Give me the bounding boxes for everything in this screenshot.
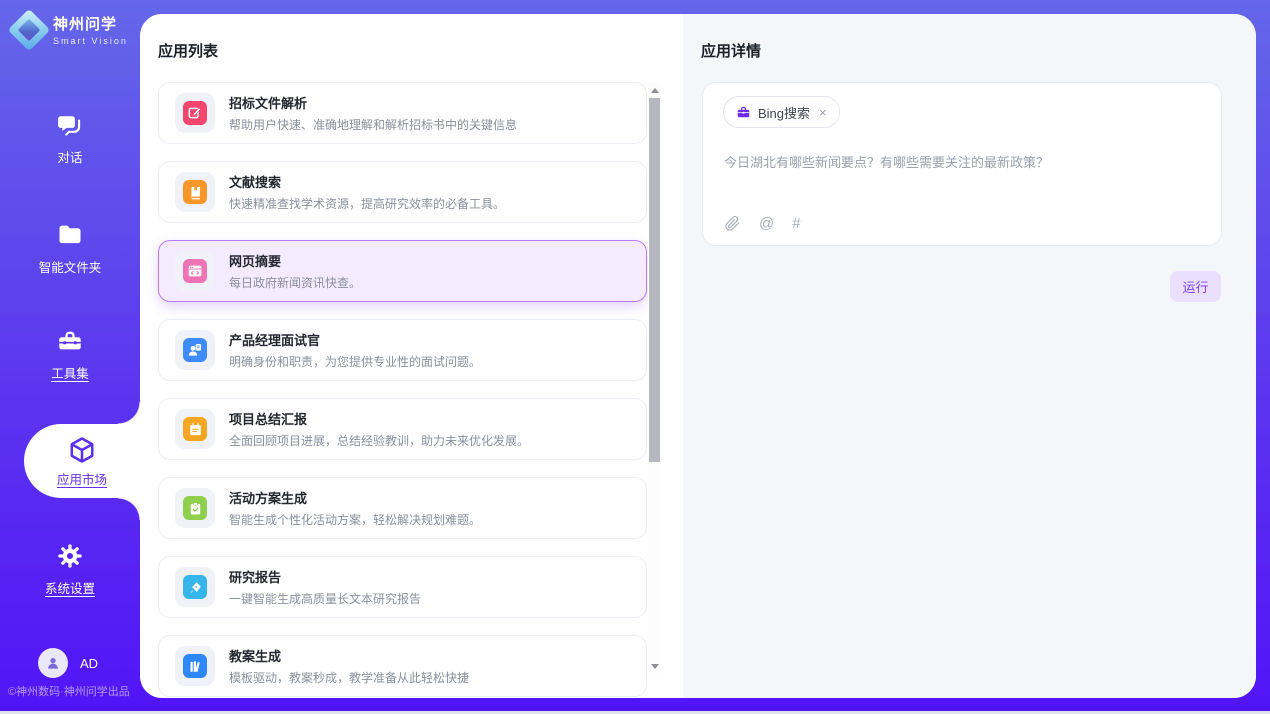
chip-close-icon[interactable]: × (819, 105, 827, 120)
sidebar-item-smart-folder[interactable]: 智能文件夹 (0, 220, 140, 276)
mention-icon[interactable]: @ (759, 215, 774, 232)
app-card-research-report[interactable]: 研究报告 一键智能生成高质量长文本研究报告 (158, 556, 647, 618)
person-icon (45, 655, 61, 671)
app-icon-tile (175, 646, 215, 686)
app-card-bid-document-parse[interactable]: 招标文件解析 帮助用户快速、准确地理解和解析招标书中的关键信息 (158, 82, 647, 144)
app-logo: 神州问学 Smart Vision (14, 13, 128, 46)
app-card-text: 文献搜索 快速精准查找学术资源，提高研究效率的必备工具。 (229, 172, 505, 212)
app-name: 活动方案生成 (229, 488, 481, 507)
app-name: 文献搜索 (229, 172, 505, 191)
sidebar-item-label: 应用市场 (57, 469, 107, 488)
app-card-text: 招标文件解析 帮助用户快速、准确地理解和解析招标书中的关键信息 (229, 93, 517, 133)
pen-nib-icon (183, 575, 207, 599)
app-description: 快速精准查找学术资源，提高研究效率的必备工具。 (229, 195, 505, 212)
folder-icon (56, 220, 84, 250)
scrollbar-thumb[interactable] (649, 98, 660, 462)
app-list-scrollbar (648, 82, 661, 674)
brand-subtitle: Smart Vision (53, 36, 128, 46)
run-button[interactable]: 运行 (1170, 271, 1221, 302)
app-card-project-summary[interactable]: 项目总结汇报 全面回顾项目进展，总结经验教训，助力未来优化发展。 (158, 398, 647, 460)
app-card-text: 项目总结汇报 全面回顾项目进展，总结经验教训，助力未来优化发展。 (229, 409, 529, 449)
main-content: 应用列表 招标文件解析 帮助用户快速、准确地理解和解析招标书中的关键信息 文献搜… (140, 14, 1256, 698)
copyright-footer: ©神州数码·神州问学出品 (8, 683, 140, 699)
gear-icon (56, 541, 84, 571)
app-description: 帮助用户快速、准确地理解和解析招标书中的关键信息 (229, 116, 517, 133)
sidebar-item-settings[interactable]: 系统设置 (0, 541, 140, 597)
app-card-text: 网页摘要 每日政府新闻资讯快查。 (229, 251, 361, 291)
document-edit-icon (183, 101, 207, 125)
cube-icon (67, 435, 97, 465)
sidebar-item-label: 对话 (57, 147, 82, 166)
app-description: 智能生成个性化活动方案，轻松解决规划难题。 (229, 511, 481, 528)
report-calendar-icon (183, 417, 207, 441)
app-card-text: 活动方案生成 智能生成个性化活动方案，轻松解决规划难题。 (229, 488, 481, 528)
app-card-pm-interviewer[interactable]: 产品经理面试官 明确身份和职责，为您提供专业性的面试问题。 (158, 319, 647, 381)
user-name: AD (80, 656, 98, 671)
books-icon (183, 654, 207, 678)
browser-icon (183, 259, 207, 283)
app-card-literature-search[interactable]: 文献搜索 快速精准查找学术资源，提高研究效率的必备工具。 (158, 161, 647, 223)
app-card-text: 教案生成 模板驱动，教案秒成，教学准备从此轻松快捷 (229, 646, 469, 686)
app-description: 模板驱动，教案秒成，教学准备从此轻松快捷 (229, 669, 469, 686)
sidebar-item-label: 工具集 (51, 363, 89, 382)
app-list-panel: 应用列表 招标文件解析 帮助用户快速、准确地理解和解析招标书中的关键信息 文献搜… (140, 14, 683, 698)
app-icon-tile (175, 567, 215, 607)
toolbox-icon (56, 326, 84, 356)
app-description: 一键智能生成高质量长文本研究报告 (229, 590, 421, 607)
app-icon-tile (175, 488, 215, 528)
app-icon-tile (175, 251, 215, 291)
user-account[interactable]: AD (38, 648, 98, 678)
interviewer-icon (183, 338, 207, 362)
tool-chip-bing-search[interactable]: Bing搜索 × (723, 96, 840, 128)
app-description: 全面回顾项目进展，总结经验教训，助力未来优化发展。 (229, 432, 529, 449)
app-card-web-summary[interactable]: 网页摘要 每日政府新闻资讯快查。 (158, 240, 647, 302)
sidebar-item-toolset[interactable]: 工具集 (0, 326, 140, 382)
composer-toolbar: @ # (724, 215, 801, 232)
app-name: 产品经理面试官 (229, 330, 481, 349)
chat-icon (56, 110, 84, 140)
app-detail-panel: 应用详情 Bing搜索 × 今日湖北有哪些新闻要点？有哪些需要关注的最新政策？ … (683, 14, 1256, 698)
scroll-up-arrow-icon[interactable] (648, 84, 661, 96)
app-list: 招标文件解析 帮助用户快速、准确地理解和解析招标书中的关键信息 文献搜索 快速精… (158, 82, 647, 697)
app-name: 招标文件解析 (229, 93, 517, 112)
hash-icon[interactable]: # (792, 215, 800, 232)
tool-chip-label: Bing搜索 (758, 103, 810, 122)
app-name: 研究报告 (229, 567, 421, 586)
app-description: 每日政府新闻资讯快查。 (229, 274, 361, 291)
sidebar: 神州问学 Smart Vision 对话 智能文件夹 工具集 应用市场 系统设置 (0, 0, 140, 714)
avatar (38, 648, 68, 678)
scroll-down-arrow-icon[interactable] (648, 660, 661, 672)
app-description: 明确身份和职责，为您提供专业性的面试问题。 (229, 353, 481, 370)
logo-diamond-icon (8, 8, 50, 50)
sidebar-item-label: 智能文件夹 (39, 257, 102, 276)
app-card-text: 产品经理面试官 明确身份和职责，为您提供专业性的面试问题。 (229, 330, 481, 370)
book-icon (183, 180, 207, 204)
app-name: 项目总结汇报 (229, 409, 529, 428)
attachment-icon[interactable] (724, 215, 741, 232)
clipboard-check-icon (183, 496, 207, 520)
app-icon-tile (175, 409, 215, 449)
app-icon-tile (175, 172, 215, 212)
sidebar-item-label: 系统设置 (45, 578, 95, 597)
briefcase-icon (736, 105, 751, 120)
app-name: 教案生成 (229, 646, 469, 665)
prompt-input[interactable]: 今日湖北有哪些新闻要点？有哪些需要关注的最新政策？ (724, 152, 1202, 171)
sidebar-item-app-market[interactable]: 应用市场 (24, 424, 140, 498)
app-list-title: 应用列表 (158, 40, 218, 61)
brand-name: 神州问学 (53, 13, 128, 34)
app-card-text: 研究报告 一键智能生成高质量长文本研究报告 (229, 567, 421, 607)
app-name: 网页摘要 (229, 251, 361, 270)
prompt-card: Bing搜索 × 今日湖北有哪些新闻要点？有哪些需要关注的最新政策？ @ # (702, 82, 1222, 246)
app-card-lesson-plan[interactable]: 教案生成 模板驱动，教案秒成，教学准备从此轻松快捷 (158, 635, 647, 697)
app-icon-tile (175, 93, 215, 133)
app-icon-tile (175, 330, 215, 370)
sidebar-item-chat[interactable]: 对话 (0, 110, 140, 166)
app-card-event-plan[interactable]: 活动方案生成 智能生成个性化活动方案，轻松解决规划难题。 (158, 477, 647, 539)
app-detail-title: 应用详情 (701, 40, 761, 61)
